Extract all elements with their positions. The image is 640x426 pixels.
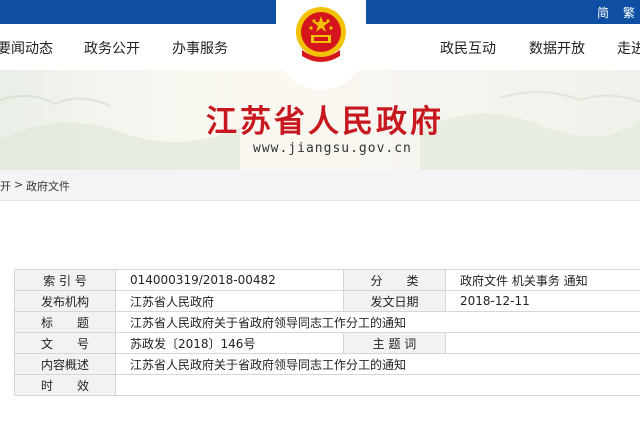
summary-label: 内容概述 <box>14 353 116 375</box>
issue-date-label: 发文日期 <box>343 290 446 312</box>
national-emblem-icon <box>296 7 346 62</box>
issue-date-value: 2018-12-11 <box>445 290 640 312</box>
simplified-chinese-link[interactable]: 简 <box>597 4 609 21</box>
table-row: 文 号 苏政发〔2018〕146号 主 题 词 <box>14 332 640 354</box>
keywords-label: 主 题 词 <box>343 332 446 354</box>
breadcrumb-prev[interactable]: 开 <box>0 178 11 194</box>
index-number-value: 014000319/2018-00482 <box>115 269 344 291</box>
breadcrumb: 开 > 政府文件 <box>0 170 640 201</box>
nav-news[interactable]: 要闻动态 <box>0 38 53 58</box>
doc-number-value: 苏政发〔2018〕146号 <box>115 332 344 354</box>
table-row: 内容概述 江苏省人民政府关于省政府领导同志工作分工的通知 <box>14 353 640 375</box>
category-value: 政府文件 机关事务 通知 <box>445 269 640 291</box>
title-value: 江苏省人民政府关于省政府领导同志工作分工的通知 <box>115 311 640 333</box>
nav-services[interactable]: 办事服务 <box>172 38 228 58</box>
table-row: 标 题 江苏省人民政府关于省政府领导同志工作分工的通知 <box>14 311 640 333</box>
issuer-label: 发布机构 <box>14 290 116 312</box>
nav-about[interactable]: 走进 <box>617 38 640 58</box>
validity-label: 时 效 <box>14 374 116 396</box>
table-row: 时 效 <box>14 374 640 396</box>
site-title: 江苏省人民政府 <box>206 104 444 140</box>
nav-open-data[interactable]: 数据开放 <box>529 38 585 58</box>
category-label: 分 类 <box>343 269 446 291</box>
table-row: 发布机构 江苏省人民政府 发文日期 2018-12-11 <box>14 290 640 312</box>
issuer-value: 江苏省人民政府 <box>115 290 344 312</box>
title-label: 标 题 <box>14 311 116 333</box>
traditional-chinese-link[interactable]: 繁 <box>623 4 635 21</box>
keywords-value <box>445 332 640 354</box>
nav-gov-affairs[interactable]: 政务公开 <box>84 38 140 58</box>
nav-interaction[interactable]: 政民互动 <box>440 38 496 58</box>
breadcrumb-separator: > <box>14 178 24 191</box>
doc-number-label: 文 号 <box>14 332 116 354</box>
breadcrumb-current[interactable]: 政府文件 <box>26 178 70 194</box>
summary-value: 江苏省人民政府关于省政府领导同志工作分工的通知 <box>115 353 640 375</box>
site-url: www.jiangsu.gov.cn <box>253 141 412 156</box>
index-number-label: 索 引 号 <box>14 269 116 291</box>
validity-value <box>115 374 640 396</box>
table-row: 索 引 号 014000319/2018-00482 分 类 政府文件 机关事务… <box>14 269 640 291</box>
emblem-holder <box>276 0 366 90</box>
document-metadata-table: 索 引 号 014000319/2018-00482 分 类 政府文件 机关事务… <box>14 269 640 396</box>
